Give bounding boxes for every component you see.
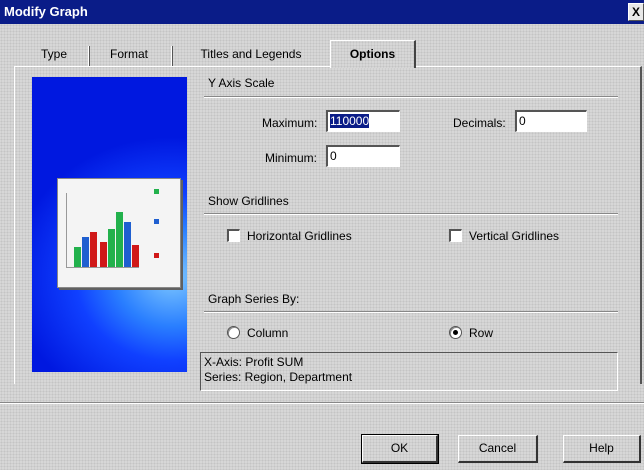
x-axis-info: X-Axis: Profit SUM: [204, 355, 304, 369]
decimals-input[interactable]: 0: [515, 110, 587, 132]
decimals-label: Decimals:: [453, 116, 506, 130]
series-info: Series: Region, Department: [204, 370, 353, 384]
horizontal-gridlines-label[interactable]: Horizontal Gridlines: [247, 229, 352, 243]
column-radio-label[interactable]: Column: [247, 326, 288, 340]
tab-format[interactable]: Format: [91, 44, 167, 66]
show-gridlines-label: Show Gridlines: [208, 194, 289, 208]
tab-type[interactable]: Type: [24, 44, 84, 66]
tab-divider: [88, 46, 90, 66]
tab-options[interactable]: Options: [330, 40, 416, 68]
window-title: Modify Graph: [4, 4, 88, 19]
divider: [204, 213, 618, 215]
close-button[interactable]: X: [628, 3, 644, 21]
maximum-input[interactable]: 110000: [326, 110, 400, 132]
y-axis-scale-label: Y Axis Scale: [208, 76, 275, 90]
ok-button[interactable]: OK: [361, 434, 439, 464]
maximum-value: 110000: [330, 114, 370, 128]
minimum-input[interactable]: 0: [326, 145, 400, 167]
tab-divider: [171, 46, 173, 66]
help-button[interactable]: Help: [563, 435, 641, 463]
column-radio[interactable]: [227, 326, 240, 339]
graph-series-by-label: Graph Series By:: [208, 292, 300, 306]
horizontal-gridlines-checkbox[interactable]: [227, 229, 240, 242]
vertical-gridlines-checkbox[interactable]: [449, 229, 462, 242]
radio-selected-dot: [453, 330, 458, 335]
row-radio[interactable]: [449, 326, 462, 339]
vertical-gridlines-label[interactable]: Vertical Gridlines: [469, 229, 559, 243]
title-bar: Modify Graph X: [0, 0, 644, 24]
divider: [204, 311, 618, 313]
maximum-label: Maximum:: [262, 116, 318, 130]
cancel-button[interactable]: Cancel: [458, 435, 538, 463]
divider: [204, 96, 618, 98]
series-info-box: X-Axis: Profit SUM Series: Region, Depar…: [200, 352, 618, 391]
chart-preview-image: [57, 178, 181, 288]
divider: [0, 402, 644, 404]
minimum-label: Minimum:: [265, 151, 318, 165]
row-radio-label[interactable]: Row: [469, 326, 493, 340]
tab-titles-and-legends[interactable]: Titles and Legends: [176, 44, 326, 66]
